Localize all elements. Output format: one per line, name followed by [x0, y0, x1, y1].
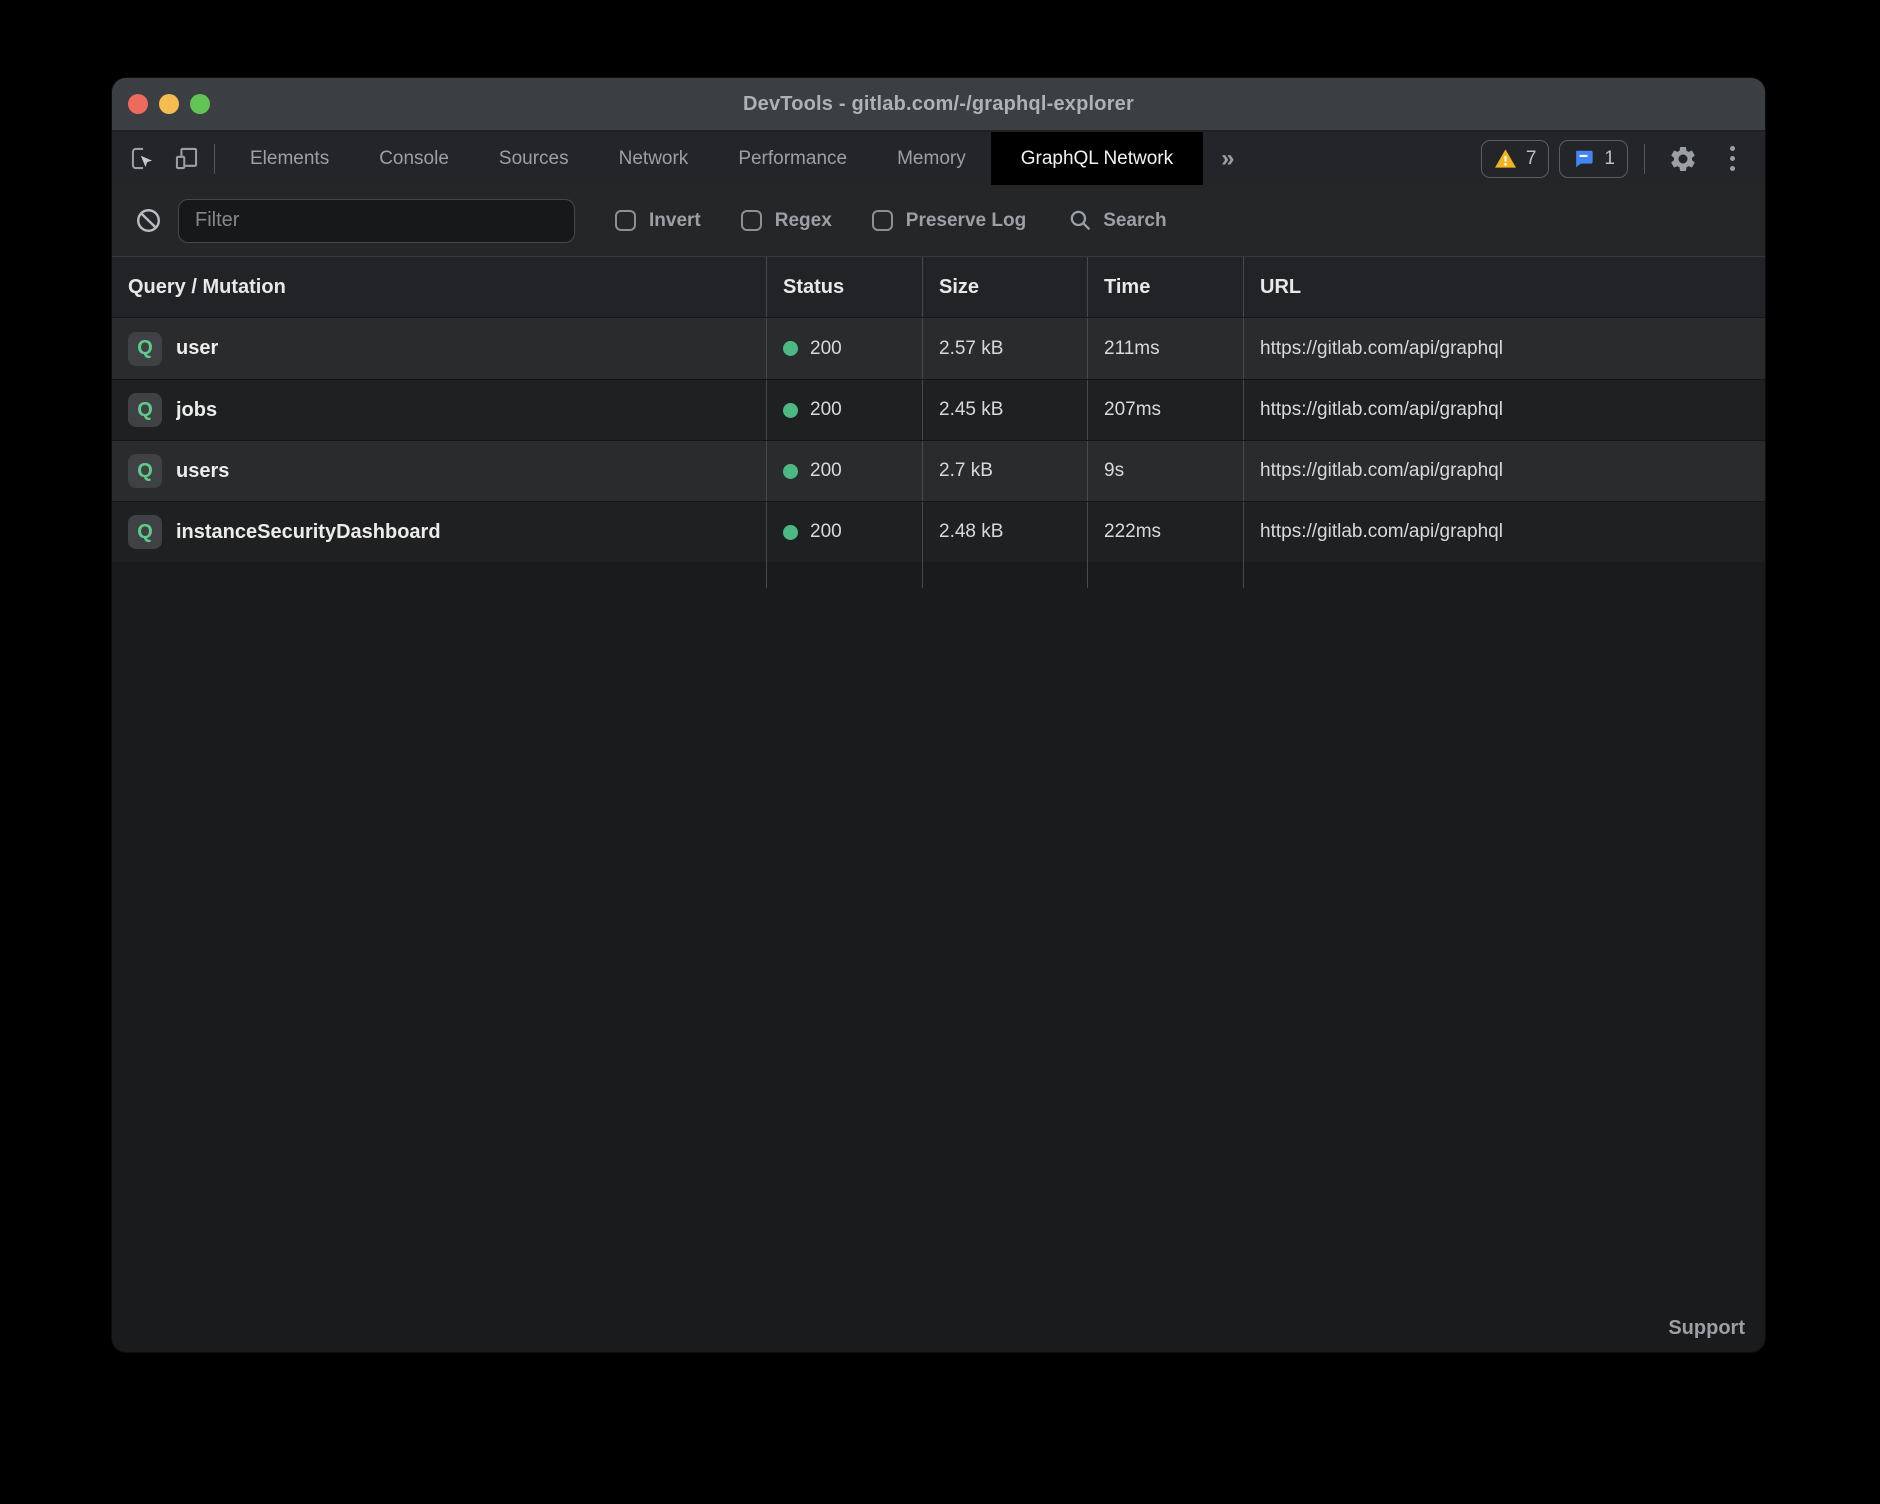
regex-checkbox-box[interactable] — [741, 210, 762, 231]
request-url: https://gitlab.com/api/graphql — [1260, 338, 1503, 360]
status-code: 200 — [810, 399, 842, 421]
response-time: 222ms — [1104, 521, 1161, 543]
response-time: 9s — [1104, 460, 1124, 482]
issue-count: 1 — [1604, 148, 1615, 170]
table-row[interactable]: Q jobs 200 2.45 kB 207ms https://gitlab.… — [112, 379, 1765, 440]
tab-elements[interactable]: Elements — [225, 132, 354, 185]
table-header: Query / Mutation Status Size Time URL — [112, 256, 1765, 318]
warnings-badge[interactable]: 7 — [1481, 140, 1550, 178]
status-ok-dot — [783, 525, 798, 540]
settings-button[interactable] — [1661, 144, 1705, 174]
response-size: 2.45 kB — [939, 399, 1003, 421]
query-type-badge: Q — [128, 332, 162, 366]
query-name: instanceSecurityDashboard — [176, 521, 441, 544]
request-url: https://gitlab.com/api/graphql — [1260, 521, 1503, 543]
column-header-query-mutation[interactable]: Query / Mutation — [112, 257, 766, 317]
response-time: 207ms — [1104, 399, 1161, 421]
search-button[interactable]: Search — [1068, 208, 1166, 233]
support-link[interactable]: Support — [1668, 1317, 1745, 1340]
warning-count: 7 — [1526, 148, 1537, 170]
column-header-status[interactable]: Status — [766, 257, 922, 317]
column-header-size[interactable]: Size — [922, 257, 1087, 317]
query-name: user — [176, 337, 218, 360]
regex-checkbox[interactable]: Regex — [741, 210, 832, 232]
tab-memory[interactable]: Memory — [872, 132, 991, 185]
invert-checkbox[interactable]: Invert — [615, 210, 701, 232]
warning-icon — [1494, 148, 1517, 169]
window-title: DevTools - gitlab.com/-/graphql-explorer — [743, 93, 1134, 116]
menu-button[interactable] — [1715, 146, 1749, 171]
inspect-element-button[interactable] — [120, 132, 164, 185]
status-ok-dot — [783, 403, 798, 418]
tab-network[interactable]: Network — [594, 132, 714, 185]
more-tabs-button[interactable]: » — [1203, 132, 1252, 185]
table-row[interactable]: Q instanceSecurityDashboard 200 2.48 kB … — [112, 501, 1765, 562]
query-name: jobs — [176, 399, 217, 422]
query-name: users — [176, 460, 229, 483]
toolbar-divider — [214, 144, 215, 174]
status-code: 200 — [810, 460, 842, 482]
regex-label: Regex — [775, 210, 832, 232]
tab-performance[interactable]: Performance — [713, 132, 872, 185]
column-header-time[interactable]: Time — [1087, 257, 1243, 317]
response-size: 2.57 kB — [939, 338, 1003, 360]
devtools-tabbar: Elements Console Sources Network Perform… — [112, 132, 1765, 185]
filter-input[interactable] — [178, 199, 575, 243]
clear-filter-button[interactable] — [126, 206, 170, 235]
gear-icon — [1668, 144, 1698, 174]
status-ok-dot — [783, 341, 798, 356]
kebab-menu-icon — [1730, 146, 1735, 171]
tabbar-right-cluster: 7 1 — [1481, 132, 1765, 185]
message-icon — [1572, 148, 1595, 170]
traffic-lights — [128, 78, 210, 130]
chevron-double-right-icon: » — [1221, 145, 1234, 173]
filter-toolbar: Invert Regex Preserve Log Search — [112, 185, 1765, 256]
tab-console[interactable]: Console — [354, 132, 474, 185]
table-row[interactable]: Q user 200 2.57 kB 211ms https://gitlab.… — [112, 318, 1765, 379]
status-code: 200 — [810, 338, 842, 360]
column-header-url[interactable]: URL — [1243, 257, 1765, 317]
preserve-log-label: Preserve Log — [906, 210, 1026, 232]
block-icon — [134, 206, 163, 235]
status-code: 200 — [810, 521, 842, 543]
titlebar: DevTools - gitlab.com/-/graphql-explorer — [112, 78, 1765, 132]
tab-sources[interactable]: Sources — [474, 132, 594, 185]
preserve-log-checkbox-box[interactable] — [872, 210, 893, 231]
status-ok-dot — [783, 464, 798, 479]
preserve-log-checkbox[interactable]: Preserve Log — [872, 210, 1026, 232]
table-row[interactable]: Q users 200 2.7 kB 9s https://gitlab.com… — [112, 440, 1765, 501]
device-toolbar-button[interactable] — [164, 132, 208, 185]
search-label: Search — [1103, 210, 1166, 232]
response-size: 2.48 kB — [939, 521, 1003, 543]
query-type-badge: Q — [128, 393, 162, 427]
devtools-window: DevTools - gitlab.com/-/graphql-explorer… — [112, 78, 1765, 1352]
invert-checkbox-box[interactable] — [615, 210, 636, 231]
column-divider-tail — [112, 562, 1765, 588]
request-url: https://gitlab.com/api/graphql — [1260, 460, 1503, 482]
minimize-button[interactable] — [159, 94, 179, 114]
inspect-cursor-icon — [129, 145, 156, 172]
response-size: 2.7 kB — [939, 460, 993, 482]
tabbar-divider — [1644, 144, 1645, 174]
close-button[interactable] — [128, 94, 148, 114]
search-icon — [1068, 208, 1093, 233]
zoom-button[interactable] — [190, 94, 210, 114]
tab-graphql-network[interactable]: GraphQL Network — [991, 132, 1203, 185]
request-url: https://gitlab.com/api/graphql — [1260, 399, 1503, 421]
invert-label: Invert — [649, 210, 701, 232]
query-type-badge: Q — [128, 454, 162, 488]
query-type-badge: Q — [128, 515, 162, 549]
response-time: 211ms — [1104, 338, 1160, 360]
issues-badge[interactable]: 1 — [1559, 140, 1628, 178]
device-toolbar-icon — [173, 145, 200, 172]
